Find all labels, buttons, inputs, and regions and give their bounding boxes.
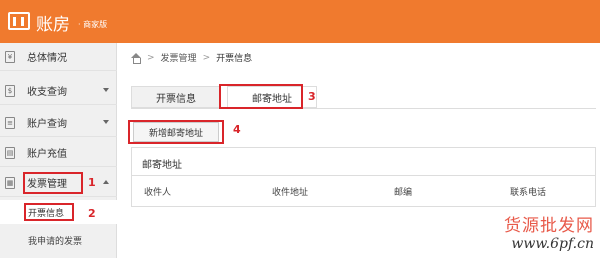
sidebar-item-label: 收支查询: [27, 87, 67, 98]
sidebar-item-label: 账户充值: [27, 149, 67, 160]
annotation-number: 2: [88, 207, 96, 220]
logo-text: 账房: [36, 15, 70, 35]
mailing-address-panel: 邮寄地址 收件人 收件地址 邮编 联系电话: [131, 147, 596, 207]
top-bar: 账房 · 商家版: [0, 0, 600, 43]
breadcrumb-separator: >: [147, 52, 155, 63]
chevron-down-icon: [103, 120, 109, 124]
column-header-postcode: 邮编: [394, 188, 413, 198]
sidebar-subitem-my-invoices[interactable]: 我申请的发票: [0, 228, 117, 252]
logo-subtitle: · 商家版: [78, 20, 108, 29]
annotation-number: 4: [233, 123, 241, 136]
sidebar-item-invoice-management[interactable]: ▦ 发票管理: [0, 169, 117, 197]
annotation-number: 1: [88, 176, 96, 189]
ledger-icon: ≡: [5, 116, 15, 129]
breadcrumb-current: 开票信息: [216, 54, 253, 64]
chevron-up-icon: [103, 180, 109, 184]
panel-divider: [132, 175, 595, 176]
sidebar-item-label: 账户查询: [27, 119, 67, 130]
home-icon[interactable]: [131, 52, 141, 64]
receipt-icon: $: [5, 84, 15, 97]
column-header-address: 收件地址: [272, 188, 309, 198]
watermark-text: 货源批发网: [504, 216, 594, 236]
tab-invoice-info[interactable]: 开票信息: [131, 86, 221, 108]
sidebar-item-income-query[interactable]: $ 收支查询: [0, 77, 117, 105]
chevron-down-icon: [103, 88, 109, 92]
sidebar-item-overview[interactable]: ¥ 总体情况: [0, 43, 117, 71]
sidebar-item-label: 发票管理: [27, 179, 67, 190]
column-header-recipient: 收件人: [144, 188, 172, 198]
breadcrumb: > 发票管理 > 开票信息: [131, 51, 252, 64]
tab-mailing-address[interactable]: 邮寄地址: [227, 86, 317, 108]
invoice-icon: ▦: [5, 176, 15, 189]
wallet-icon: ▤: [5, 146, 15, 159]
breadcrumb-invoice-management[interactable]: 发票管理: [161, 51, 197, 64]
tab-bar: 开票信息 邮寄地址: [131, 86, 323, 108]
yen-icon: ¥: [5, 50, 15, 63]
watermark-url: www.6pf.cn: [511, 236, 594, 252]
abacus-logo-icon: [8, 12, 30, 30]
add-mailing-address-button[interactable]: 新增邮寄地址: [133, 122, 219, 142]
watermark: 货源批发网 www.6pf.cn: [504, 211, 594, 252]
annotation-number: 3: [308, 90, 316, 103]
sidebar-item-label: 总体情况: [27, 53, 67, 64]
sidebar-item-account-query[interactable]: ≡ 账户查询: [0, 109, 117, 137]
tab-divider: [131, 108, 596, 109]
column-header-phone: 联系电话: [510, 188, 547, 198]
sidebar-item-recharge[interactable]: ▤ 账户充值: [0, 139, 117, 167]
sidebar-subitem-invoice-info[interactable]: 开票信息: [0, 200, 117, 224]
panel-title: 邮寄地址: [142, 160, 182, 171]
sidebar: ¥ 总体情况 $ 收支查询 ≡ 账户查询 ▤ 账户充值 ▦ 发票管理 开票信息 …: [0, 43, 117, 258]
breadcrumb-separator: >: [202, 52, 211, 63]
